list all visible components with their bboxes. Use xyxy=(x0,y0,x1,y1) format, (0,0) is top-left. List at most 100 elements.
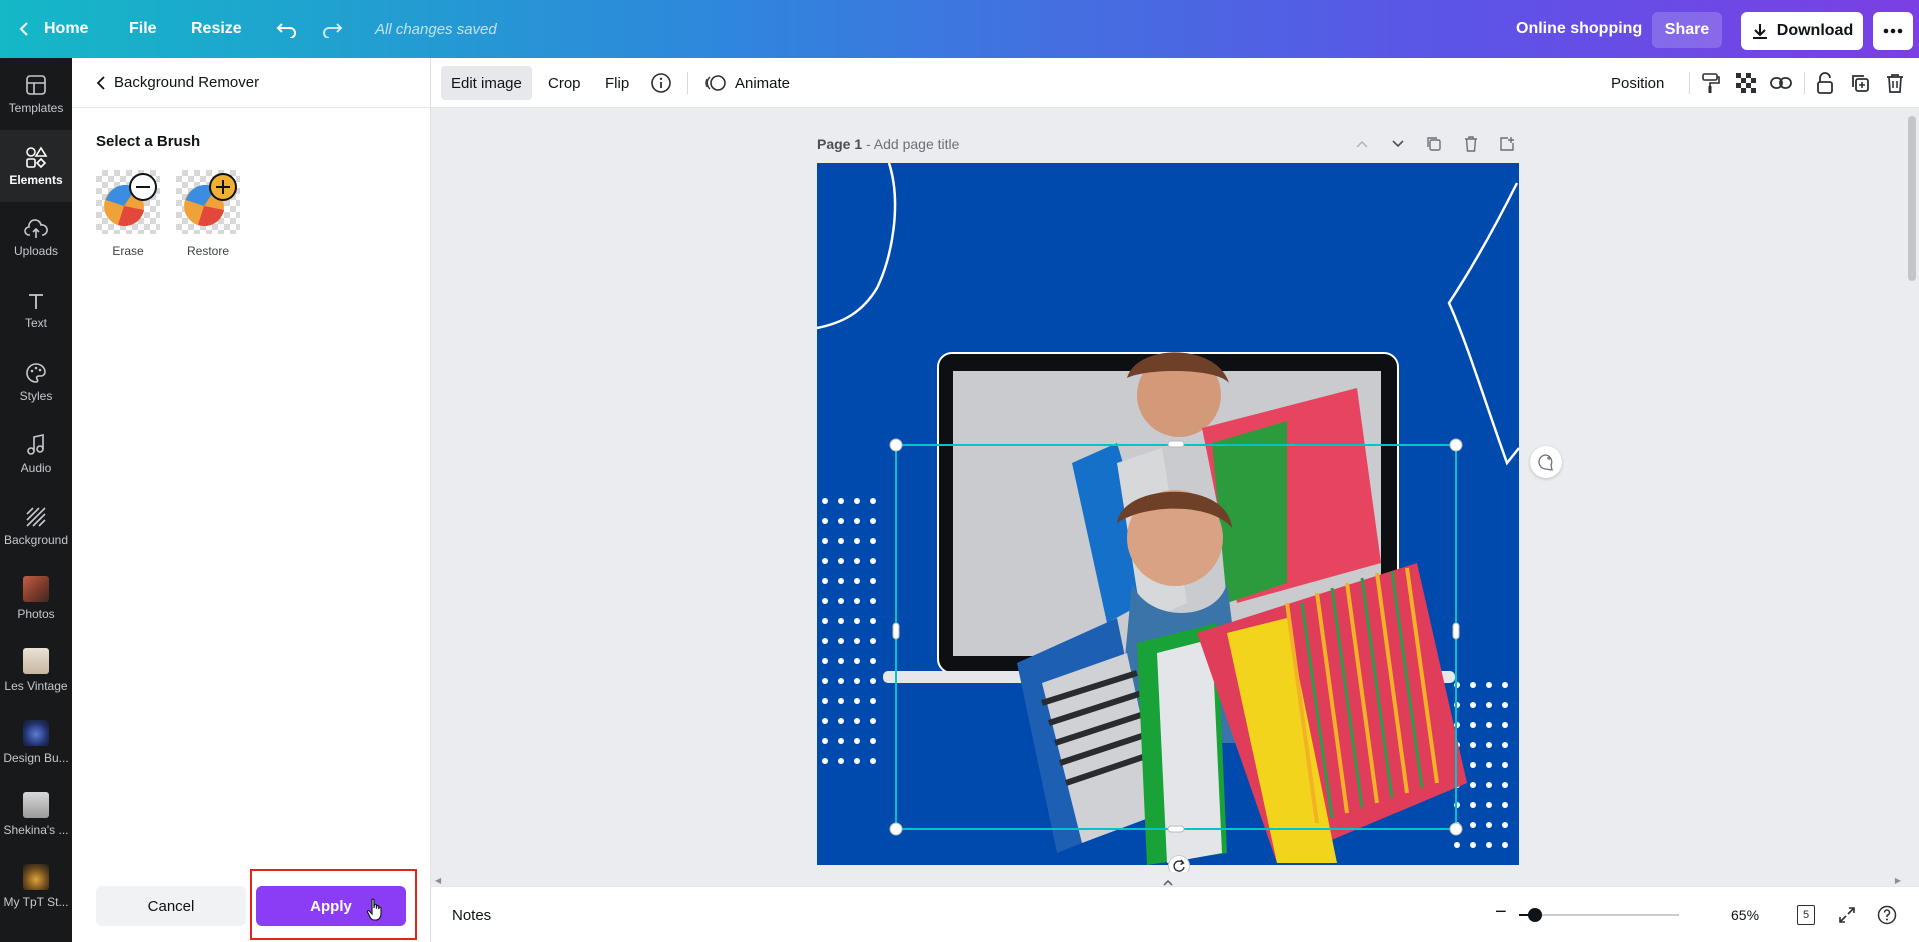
home-button[interactable]: Home xyxy=(18,0,88,58)
erase-brush[interactable]: Erase xyxy=(96,170,160,258)
apply-button[interactable]: Apply xyxy=(256,886,406,926)
share-button[interactable]: Share xyxy=(1652,12,1722,48)
minus-circle-icon xyxy=(129,173,157,201)
cancel-button[interactable]: Cancel xyxy=(96,886,246,926)
page-down-button[interactable] xyxy=(1386,132,1410,156)
rail-templates[interactable]: Templates xyxy=(0,58,72,130)
rail-label: Styles xyxy=(19,388,53,403)
page-number-label: Page 1 xyxy=(817,136,863,152)
file-menu-button[interactable]: File xyxy=(129,0,157,58)
rail-text[interactable]: Text xyxy=(0,274,72,346)
notes-button[interactable]: Notes xyxy=(452,887,491,942)
scroll-left-arrow[interactable]: ◀ xyxy=(435,876,441,885)
zoom-slider-handle[interactable] xyxy=(1528,908,1542,922)
erase-brush-thumb xyxy=(96,170,160,234)
save-status: All changes saved xyxy=(375,20,497,38)
transparency-button[interactable] xyxy=(1734,71,1758,95)
animate-button[interactable]: Animate xyxy=(695,66,800,100)
redo-button[interactable] xyxy=(321,0,343,58)
zoom-out-button[interactable]: − xyxy=(1495,901,1507,924)
chevron-left-icon xyxy=(19,22,28,36)
folder-thumb xyxy=(23,791,49,818)
page-title[interactable]: Page 1 - Add page title xyxy=(817,136,959,152)
page-up-button[interactable] xyxy=(1350,132,1374,156)
rail-folder-shekinas[interactable]: Shekina's ... xyxy=(0,778,72,850)
zoom-slider[interactable] xyxy=(1519,908,1679,922)
rail-styles[interactable]: Styles xyxy=(0,346,72,418)
rail-label: Les Vintage xyxy=(4,678,68,693)
chevron-up-icon xyxy=(1163,880,1173,886)
templates-icon xyxy=(26,74,46,95)
rail-background[interactable]: Background xyxy=(0,490,72,562)
background-hatch-icon xyxy=(26,506,46,527)
resize-button[interactable]: Resize xyxy=(191,0,242,58)
copy-style-button[interactable] xyxy=(1699,71,1723,95)
animate-label: Animate xyxy=(735,74,791,92)
rail-folder-design-bu[interactable]: Design Bu... xyxy=(0,706,72,778)
rail-folder-les-vintage[interactable]: Les Vintage xyxy=(0,634,72,706)
project-title[interactable]: Online shopping xyxy=(1516,0,1642,58)
page-title-placeholder: - Add page title xyxy=(866,136,960,152)
link-button[interactable] xyxy=(1769,71,1793,95)
fullscreen-button[interactable] xyxy=(1834,902,1860,928)
rail-elements[interactable]: Elements xyxy=(0,130,72,202)
lock-icon xyxy=(1817,72,1833,94)
background-remover-panel: Background Remover Select a Brush Erase xyxy=(72,58,431,942)
rail-label: Templates xyxy=(8,100,64,115)
position-button[interactable]: Position xyxy=(1601,66,1674,100)
rail-label: My TpT St... xyxy=(3,894,69,909)
apply-label: Apply xyxy=(310,897,352,915)
duplicate-page-icon xyxy=(1427,137,1441,151)
delete-button[interactable] xyxy=(1883,71,1907,95)
bottom-bar: Notes − 65% 5 xyxy=(431,880,1919,942)
duplicate-button[interactable] xyxy=(1848,71,1872,95)
folder-thumb xyxy=(23,647,49,674)
rail-label: Shekina's ... xyxy=(3,822,69,837)
more-options-button[interactable] xyxy=(1873,12,1913,50)
animate-icon xyxy=(705,75,726,91)
panel-back-button[interactable]: Background Remover xyxy=(72,58,430,108)
duplicate-page-button[interactable] xyxy=(1422,132,1446,156)
rail-folder-my-tpt[interactable]: My TpT St... xyxy=(0,850,72,922)
toolbar-divider xyxy=(1689,72,1690,94)
paint-roller-icon xyxy=(1702,73,1720,93)
zoom-level[interactable]: 65% xyxy=(1731,887,1759,942)
add-page-button[interactable] xyxy=(1495,132,1519,156)
info-button[interactable] xyxy=(649,71,673,95)
palette-icon xyxy=(26,362,46,383)
rail-label: Photos xyxy=(17,606,55,621)
chevron-up-icon xyxy=(1356,140,1368,148)
rail-uploads[interactable]: Uploads xyxy=(0,202,72,274)
lock-button[interactable] xyxy=(1813,71,1837,95)
show-pages-toggle[interactable] xyxy=(1148,879,1188,889)
trash-icon xyxy=(1887,74,1903,93)
page-count-button[interactable]: 5 xyxy=(1793,902,1819,928)
add-comment-button[interactable] xyxy=(1530,446,1562,478)
design-page[interactable] xyxy=(817,163,1519,865)
scroll-right-arrow[interactable]: ▶ xyxy=(1895,876,1901,885)
download-label: Download xyxy=(1776,22,1854,39)
edit-image-button[interactable]: Edit image xyxy=(441,66,532,100)
undo-icon xyxy=(276,23,296,38)
scrollbar-thumb[interactable] xyxy=(1908,116,1916,281)
help-button[interactable] xyxy=(1874,902,1900,928)
text-icon xyxy=(29,293,43,309)
undo-button[interactable] xyxy=(276,0,298,58)
upload-cloud-icon xyxy=(24,218,48,238)
rail-label: Design Bu... xyxy=(3,750,69,765)
link-icon xyxy=(1770,77,1792,89)
rail-audio[interactable]: Audio xyxy=(0,418,72,490)
download-button[interactable]: Download xyxy=(1741,12,1863,50)
help-icon xyxy=(1877,905,1897,925)
hand-cursor-icon xyxy=(366,898,382,921)
expand-icon xyxy=(1839,907,1855,923)
vertical-scrollbar[interactable] xyxy=(1905,108,1919,886)
crop-button[interactable]: Crop xyxy=(538,66,591,100)
rail-photos[interactable]: Photos xyxy=(0,562,72,634)
restore-brush[interactable]: Restore xyxy=(176,170,240,258)
flip-button[interactable]: Flip xyxy=(595,66,639,100)
rail-label: Background xyxy=(3,532,69,547)
rail-label: Audio xyxy=(20,460,52,475)
redo-icon xyxy=(323,23,343,38)
delete-page-button[interactable] xyxy=(1459,132,1483,156)
